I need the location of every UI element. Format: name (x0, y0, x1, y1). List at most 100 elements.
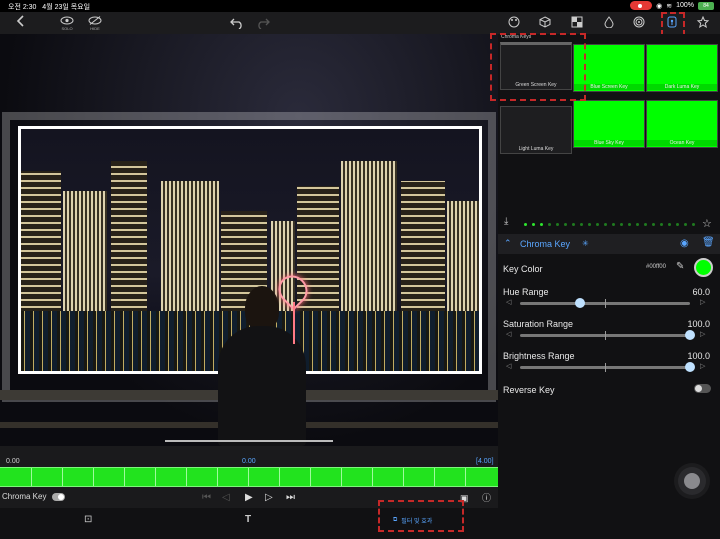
key-color-hex: #00ff00 (646, 264, 666, 270)
hue-range-label: Hue Range (503, 287, 549, 297)
eyedropper-icon[interactable]: ✎ (676, 261, 684, 272)
page-dot (660, 223, 663, 226)
page-dot (612, 223, 615, 226)
status-right: ◉ ≋ 100% 84 (630, 1, 714, 10)
effect-header[interactable]: ⌃ Chroma Key ✳ ◉ 🗑 (498, 234, 720, 254)
status-left: 오전 2:30 4월 23일 목요일 (8, 2, 90, 12)
eye-icon[interactable]: SOLO (60, 15, 74, 31)
saturation-range-slider[interactable] (520, 330, 695, 340)
hue-decrease-icon[interactable]: ◁ (506, 298, 511, 306)
page-dot (548, 223, 551, 226)
highlight-filters (378, 500, 464, 532)
brightness-range-knob[interactable] (685, 362, 695, 372)
cube-icon[interactable] (538, 16, 552, 32)
page-dot (556, 223, 559, 226)
saturation-range-label: Saturation Range (503, 319, 574, 329)
hue-range-knob[interactable] (574, 298, 585, 308)
play-icon[interactable]: ▶ (245, 492, 253, 504)
layer-name: Chroma Key (2, 492, 47, 501)
video-preview[interactable] (0, 34, 498, 446)
reverse-key-label: Reverse Key (503, 385, 555, 395)
preset-blue-sky-key[interactable]: Blue Sky Key (573, 100, 645, 148)
clip-track[interactable] (0, 467, 498, 487)
building (111, 161, 147, 311)
brightness-decrease-icon[interactable]: ◁ (506, 362, 511, 370)
preset-ocean-key[interactable]: Ocean Key (646, 100, 718, 148)
building (341, 161, 397, 311)
chevron-left-icon[interactable] (14, 15, 28, 31)
page-dot (588, 223, 591, 226)
page-dot (604, 223, 607, 226)
battery-icon: 84 (698, 1, 714, 10)
page-dot (684, 223, 687, 226)
clip-frame-divider (248, 468, 249, 486)
trash-icon[interactable]: 🗑 (702, 237, 715, 248)
key-color-swatch[interactable] (694, 258, 713, 277)
skip-start-icon[interactable]: ⏮ (202, 492, 211, 504)
target-icon[interactable] (632, 16, 646, 32)
timeline: 0.00 0.00 [4.00] Chroma Key ⏮ ◁ ▶ ▷ ⏭ ▣ … (0, 446, 498, 508)
status-bar: 오전 2:30 4월 23일 목요일 ◉ ≋ 100% 84 (0, 0, 720, 12)
building (447, 201, 479, 311)
clip-frame-divider (62, 468, 63, 486)
saturation-decrease-icon[interactable]: ◁ (506, 330, 511, 338)
battery-percent: 100% (676, 2, 694, 9)
effect-title: Chroma Key (520, 239, 571, 249)
page-dot (524, 223, 527, 226)
reverse-key-toggle[interactable] (694, 384, 711, 393)
clip-frame-divider (217, 468, 218, 486)
clip-frame-divider (403, 468, 404, 486)
favorite-star-icon[interactable]: ☆ (702, 217, 712, 230)
page-dot (580, 223, 583, 226)
brightness-range-value: 100.0 (687, 351, 710, 361)
layer-toggle[interactable] (52, 493, 65, 501)
clip-frame-divider (279, 468, 280, 486)
step-forward-icon[interactable]: ▷ (265, 492, 273, 504)
assistive-touch-button[interactable] (678, 467, 706, 495)
collapse-chevron-icon[interactable]: ⌃ (504, 238, 512, 249)
star-icon[interactable] (696, 16, 710, 32)
page-dot (596, 223, 599, 226)
top-toolbar: SOLO HIDE (0, 12, 720, 34)
eye-off-caption: HIDE (90, 26, 100, 31)
page-dot (564, 223, 567, 226)
text-tool-icon[interactable]: T (245, 514, 251, 525)
eye-caption: SOLO (61, 26, 73, 31)
clip-frame-divider (465, 468, 466, 486)
building (161, 181, 219, 311)
wifi-icon: ≋ (666, 2, 673, 10)
redo-icon[interactable] (256, 17, 270, 33)
settings-gear-icon[interactable]: ✳ (582, 239, 589, 248)
timeline-end: [4.00] (476, 458, 494, 465)
hue-range-slider[interactable] (520, 298, 690, 308)
clip-frame-divider (124, 468, 125, 486)
page-dot (676, 223, 679, 226)
transform-icon[interactable]: ⊡ (84, 514, 92, 525)
key-color-label: Key Color (503, 264, 543, 274)
eye-off-icon[interactable]: HIDE (88, 15, 102, 31)
brightness-range-slider[interactable] (520, 362, 695, 372)
preset-light-luma-key[interactable]: Light Luma Key (500, 106, 572, 154)
timeline-current: 0.00 (242, 458, 256, 465)
status-date: 4월 23일 목요일 (42, 4, 91, 11)
palette-icon[interactable] (507, 16, 521, 32)
brightness-increase-icon[interactable]: ▷ (700, 362, 705, 370)
step-back-icon[interactable]: ◁ (222, 492, 230, 504)
preset-dark-luma-key[interactable]: Dark Luma Key (646, 44, 718, 92)
droplet-icon[interactable] (602, 16, 616, 32)
sparkler-stick (293, 302, 295, 344)
saturation-range-knob[interactable] (685, 330, 695, 340)
skip-end-icon[interactable]: ⏭ (286, 492, 295, 504)
hue-increase-icon[interactable]: ▷ (700, 298, 705, 306)
saturation-range-value: 100.0 (687, 319, 710, 329)
undo-icon[interactable] (230, 17, 244, 33)
saturation-increase-icon[interactable]: ▷ (700, 330, 705, 338)
status-time: 오전 2:30 (8, 4, 37, 11)
visibility-eye-icon[interactable]: ◉ (680, 238, 689, 249)
help-icon[interactable]: ⓘ (482, 492, 491, 504)
grid-icon[interactable] (570, 16, 584, 32)
clip-frame-divider (31, 468, 32, 486)
clip-frame-divider (372, 468, 373, 486)
clip-frame-divider (341, 468, 342, 486)
page-dot (540, 223, 543, 226)
